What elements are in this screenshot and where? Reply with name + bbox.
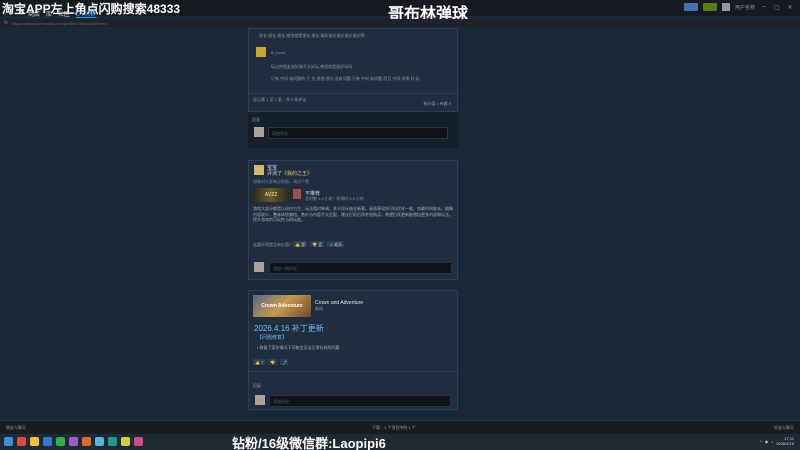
news-section-tag: 【问题修复】 (257, 335, 288, 341)
review-text: 游戏大部分都是以动作为主，玩法相对单调，关卡设计缺乏新意。画面表现尚可但优化一般… (253, 206, 453, 222)
avatar[interactable] (256, 47, 266, 57)
taskbar-app-icon[interactable] (56, 437, 65, 446)
url-bar: ↻ https://steamcommunity.com/profiles/76… (0, 19, 800, 27)
comment-user-name[interactable]: B_Lucid (271, 50, 285, 55)
add-game-link[interactable]: 朋友与聊天 (6, 425, 26, 431)
close-icon[interactable]: ✕ (786, 4, 794, 11)
comment-input[interactable]: 添加评论 (269, 395, 451, 407)
game-banner-image[interactable]: Crown Adventure (253, 295, 311, 317)
taskbar-app-icon[interactable] (134, 437, 143, 446)
taskbar-app-icon[interactable] (69, 437, 78, 446)
avatar (254, 262, 264, 272)
forward-arrow-icon[interactable]: → (16, 11, 22, 17)
review-helpful-prompt: 这篇评测是否有价值？ (253, 242, 293, 247)
back-arrow-icon[interactable]: ← (4, 11, 10, 17)
game-capsule-image[interactable]: AVZZ (253, 188, 289, 202)
start-menu-icon[interactable] (4, 437, 13, 446)
maximize-icon[interactable]: ▢ (773, 4, 781, 11)
news-source: 新闻 (315, 306, 323, 311)
vote-funny-button[interactable]: ☺ 欢乐 (327, 241, 345, 247)
vote-yes-button[interactable]: 👍 是 (293, 241, 308, 247)
news-headline[interactable]: 2026.4.16 补丁更新 (254, 323, 324, 334)
comment-input[interactable]: 添加一则评论 (269, 262, 452, 274)
taskbar-app-icon[interactable] (82, 437, 91, 446)
clock-date: 2026/4/16 (776, 441, 794, 446)
client-status-bar: 朋友与聊天 下载：1 个项目中的 1 个 好友与聊天 (0, 420, 800, 434)
os-taskbar: ^ ◉ ♪ 17:11 2026/4/16 (0, 434, 800, 450)
tray-chevron-icon[interactable]: ^ (760, 439, 762, 444)
news-bullet: • 修复了某些情况下可能会无法正常存档的问题 (257, 345, 340, 350)
thumbs-down-icon (293, 189, 301, 199)
download-status[interactable]: 下载：1 个项目中的 1 个 (372, 425, 416, 431)
network-icon[interactable]: ◉ (765, 439, 769, 444)
comment-text: 很长,很长,很长,感觉就是很长,很长,确实很长很长很长很长啊 (259, 33, 365, 38)
divider (249, 93, 459, 94)
reply-label: 回复 (252, 117, 260, 122)
vote-no-button[interactable]: 👎 否 (310, 241, 325, 247)
broadcast-button[interactable] (683, 3, 698, 11)
taskbar-app-icon[interactable] (121, 437, 130, 446)
vote-no-label: 否 (318, 242, 323, 247)
activity-meta: 如果对大家有过帮助，请点个赞 (253, 179, 309, 184)
reload-icon[interactable]: ↻ (4, 20, 8, 26)
minimize-icon[interactable]: – (760, 4, 768, 10)
avatar[interactable] (254, 165, 264, 175)
dislike-button[interactable]: 👎 (268, 359, 278, 365)
system-tray: ^ ◉ ♪ 17:11 2026/4/16 (760, 436, 794, 446)
stream-bottom-overlay: 钻粉/16级微信群:Laopipi6 (232, 436, 386, 450)
nav-bar: ← → 商店 库 社区 DY流群 (0, 9, 96, 19)
news-rate-buttons: 👍 7 👎 ⤴ (253, 359, 289, 365)
comment-body: 玩过的朋友说好像不太好玩,感觉就是很好玩吗 (271, 64, 353, 69)
taskbar-icons (4, 437, 143, 446)
review-activity-card: 宝宝 评测了《我的之王》 如果对大家有过帮助，请点个赞 AVZZ 不推荐 总时数… (248, 160, 458, 280)
vote-funny-label: 欢乐 (334, 242, 343, 247)
taskbar-app-icon[interactable] (95, 437, 104, 446)
nav-profile[interactable]: DY流群 (76, 9, 96, 18)
comment-input[interactable]: 添加评论 (268, 127, 448, 139)
notification-button[interactable] (702, 3, 717, 11)
like-button[interactable]: 👍 7 (253, 359, 266, 365)
comment-card: 很长,很长,很长,感觉就是很长,很长,确实很长很长很长很长啊 B_Lucid 玩… (248, 28, 459, 112)
taskbar-app-icon[interactable] (30, 437, 39, 446)
rating-stats: 有价值 0 有趣 0 (423, 101, 451, 106)
nav-library[interactable]: 库 (46, 9, 52, 18)
activity-line: 评测了《我的之王》 (267, 170, 312, 177)
activity-game-link[interactable]: 《我的之王》 (282, 171, 312, 177)
taskbar-app-icon[interactable] (43, 437, 52, 446)
comment-body: 只有 中间 有问题的 只 在 其他 部分 没有问题,只有 中间 有问题 而且 中… (271, 76, 420, 81)
taskbar-app-icon[interactable] (17, 437, 26, 446)
activity-verb: 评测了 (267, 171, 283, 177)
review-hours: 总时数 3.9 小时 / 评测时 3.0 小时 (305, 196, 364, 201)
reply-box: 回复 添加评论 (248, 112, 458, 148)
divider (249, 371, 459, 372)
url-text[interactable]: https://steamcommunity.com/profiles/7656… (12, 21, 106, 26)
vote-yes-label: 是 (301, 242, 306, 247)
friends-chat-link[interactable]: 好友与聊天 (774, 425, 794, 431)
avatar (254, 127, 264, 137)
nav-store[interactable]: 商店 (28, 9, 40, 18)
nav-community[interactable]: 社区 (58, 9, 70, 18)
like-count: 7 (261, 360, 264, 365)
avatar[interactable] (721, 3, 730, 11)
reply-label: 回复 (253, 383, 261, 388)
user-name[interactable]: 用户名称 (735, 4, 755, 11)
volume-icon[interactable]: ♪ (771, 439, 773, 444)
news-card: Crown Adventure Crown and Adventure 新闻 2… (248, 290, 459, 410)
review-vote-buttons: 👍 是 👎 否 ☺ 欢乐 (293, 241, 345, 247)
taskbar-app-icon[interactable] (108, 437, 117, 446)
system-clock[interactable]: 17:11 2026/4/16 (776, 436, 794, 446)
comment-count-info: 显示第 1 至 2 条，共 9 条评论 (253, 97, 307, 102)
top-right-controls: 用户名称 – ▢ ✕ (683, 3, 794, 11)
avatar (255, 395, 265, 405)
title-bar: 淘宝APP左上角点闪购搜索48333 哥布林弹球 用户名称 – ▢ ✕ (0, 0, 800, 23)
share-button[interactable]: ⤴ (280, 359, 289, 365)
